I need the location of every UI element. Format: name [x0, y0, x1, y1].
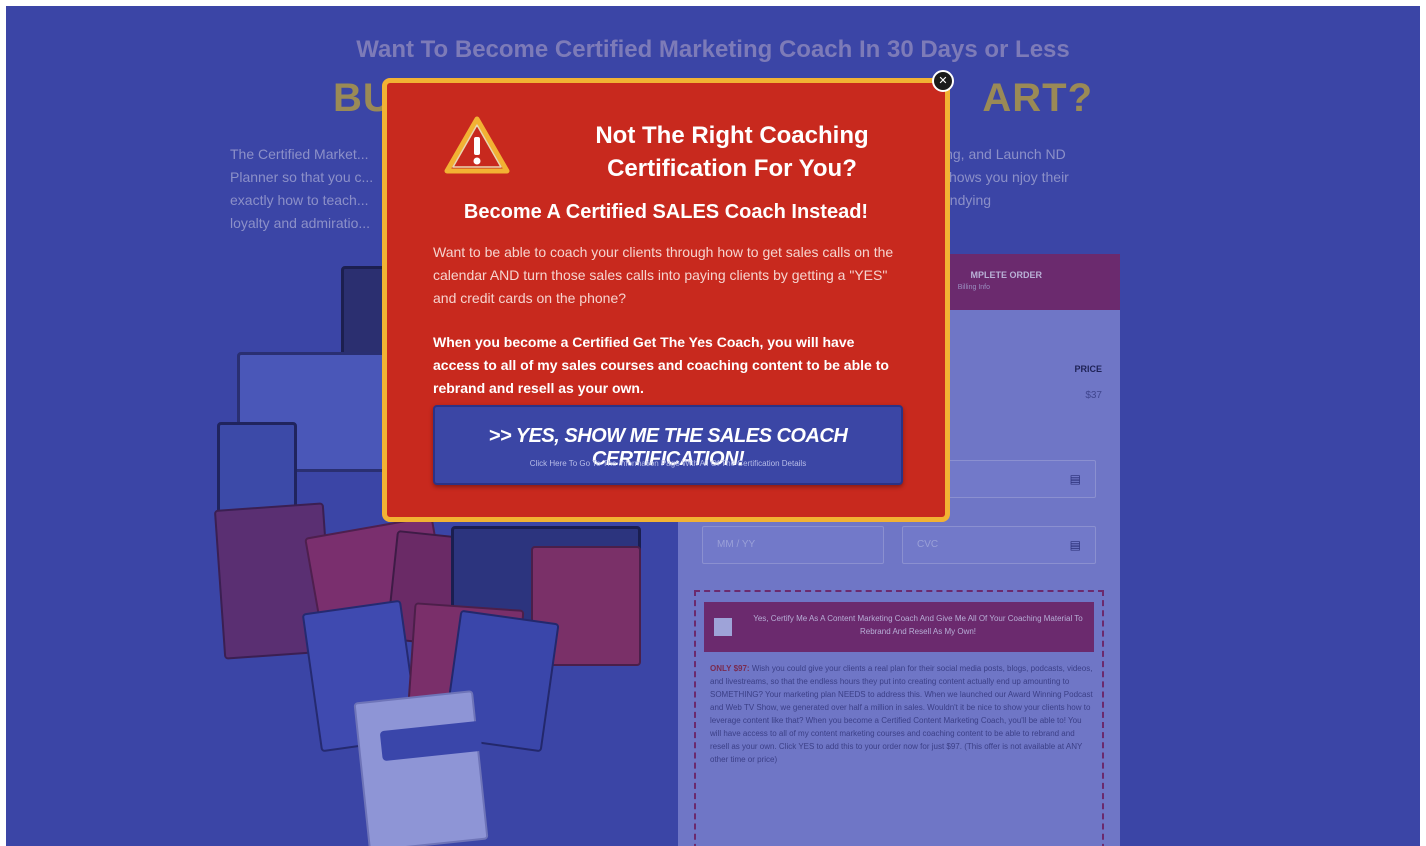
exit-intent-popup: Not The Right Coaching Certification For… — [382, 78, 950, 522]
intro-text-left: The Certified Market... Planner so that … — [230, 146, 374, 231]
upsell-offer-box: Yes, Certify Me As A Content Marketing C… — [694, 590, 1104, 846]
page-headline: Want To Become Certified Marketing Coach… — [356, 36, 1070, 63]
popup-bold-text: When you become a Certified Get The Yes … — [433, 334, 889, 396]
warning-icon — [444, 116, 510, 174]
upsell-checkbox[interactable] — [714, 618, 732, 636]
expiry-placeholder: MM / YY — [717, 539, 756, 550]
price-column-header: PRICE — [1074, 364, 1102, 374]
cvc-field[interactable]: CVC ▤ — [902, 526, 1096, 564]
price-value: $37 — [1085, 390, 1102, 401]
order-step-sublabel: Billing Info — [957, 284, 990, 291]
close-icon[interactable]: ✕ — [932, 70, 954, 92]
upsell-checkbox-label: Yes, Certify Me As A Content Marketing C… — [753, 614, 1083, 636]
popup-subtitle: Become A Certified SALES Coach Instead! — [463, 201, 869, 223]
expiry-field[interactable]: MM / YY — [702, 526, 884, 564]
cvc-icon: ▤ — [1069, 538, 1081, 552]
cvc-placeholder: CVC — [917, 539, 939, 550]
upsell-description-text: Wish you could give your clients a real … — [710, 664, 1093, 764]
credit-card-icon: ▤ — [1069, 472, 1081, 486]
big-headline-right: ART? — [982, 76, 1094, 120]
upsell-description: ONLY $97: Wish you could give your clien… — [710, 662, 1094, 766]
popup-title: Not The Right Coaching Certification For… — [595, 122, 869, 182]
popup-body-text: Want to be able to coach your clients th… — [433, 244, 894, 306]
cta-sub-label: Click Here To Go To The Information Page… — [529, 459, 807, 468]
sales-coach-cta-button[interactable]: >> YES, SHOW ME THE SALES COACH CERTIFIC… — [433, 405, 903, 485]
upsell-price-lead: ONLY $97: — [710, 664, 750, 673]
order-step-label: MPLETE ORDER — [970, 270, 1042, 280]
upsell-checkbox-bar[interactable]: Yes, Certify Me As A Content Marketing C… — [704, 602, 1094, 652]
intro-text-right: ing, and Launch ND shows you njoy their … — [942, 146, 1069, 208]
